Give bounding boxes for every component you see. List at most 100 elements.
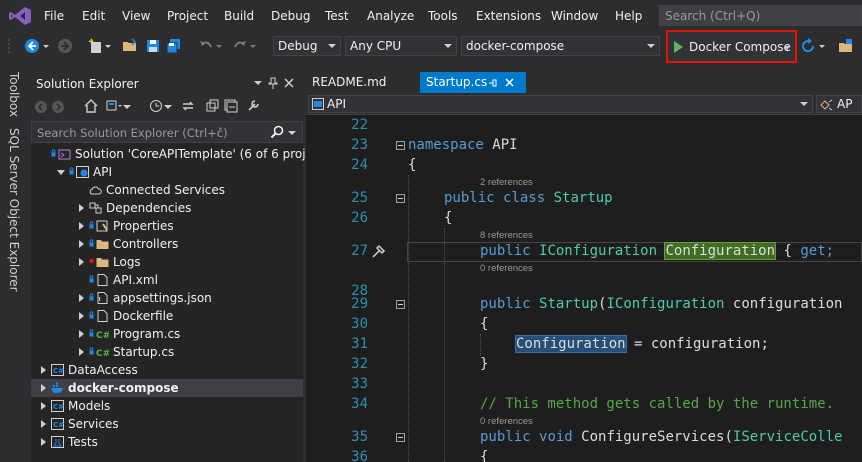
menu-edit[interactable]: Edit bbox=[82, 9, 105, 23]
close-icon[interactable] bbox=[284, 78, 294, 88]
redo-icon[interactable] bbox=[232, 38, 248, 54]
tree-item[interactable]: Logs bbox=[31, 253, 303, 271]
tree-item[interactable]: Dockerfile bbox=[31, 307, 303, 325]
save-icon[interactable] bbox=[145, 38, 161, 54]
menu-analyze[interactable]: Analyze bbox=[367, 9, 414, 23]
navigate-back-icon[interactable] bbox=[24, 38, 40, 54]
forward-icon[interactable] bbox=[51, 100, 65, 114]
codelens-references[interactable]: 0 references bbox=[480, 263, 533, 274]
redo-dropdown-icon[interactable] bbox=[249, 38, 257, 54]
tree-item[interactable]: Solution 'CoreAPITemplate' (6 of 6 proje… bbox=[31, 145, 335, 163]
search-input[interactable]: Search (Ctrl+Q) bbox=[659, 5, 862, 26]
tree-item[interactable]: Connected Services bbox=[31, 181, 303, 199]
expand-arrow-icon[interactable] bbox=[41, 402, 46, 410]
close-tab-icon[interactable] bbox=[505, 78, 514, 87]
expand-arrow-icon[interactable] bbox=[79, 312, 84, 320]
code-line[interactable]: public class Startup bbox=[444, 190, 613, 206]
expand-arrow-icon[interactable] bbox=[79, 204, 84, 212]
new-project-icon[interactable] bbox=[88, 38, 104, 54]
code-line[interactable]: { bbox=[480, 316, 488, 332]
collapse-region-icon[interactable] bbox=[396, 433, 405, 442]
search-options-dropdown-icon[interactable] bbox=[288, 129, 296, 137]
menu-debug[interactable]: Debug bbox=[271, 9, 310, 23]
open-file-icon[interactable] bbox=[122, 38, 138, 54]
refresh-icon[interactable] bbox=[205, 99, 219, 113]
solution-platform-dropdown[interactable]: Any CPU bbox=[345, 36, 457, 56]
code-line[interactable]: public IConfiguration Configuration { ge… bbox=[480, 242, 834, 260]
code-line[interactable]: public Startup(IConfiguration configurat… bbox=[480, 296, 843, 312]
expand-arrow-icon[interactable] bbox=[41, 438, 46, 446]
tree-item[interactable]: Properties bbox=[31, 217, 303, 235]
code-line[interactable]: } bbox=[480, 356, 488, 372]
browse-folder-icon[interactable] bbox=[838, 38, 854, 54]
search-icon[interactable] bbox=[270, 125, 284, 139]
tree-item[interactable]: docker-compose bbox=[31, 379, 303, 397]
codelens-references[interactable]: 0 references bbox=[480, 416, 533, 427]
pin-tab-icon[interactable] bbox=[488, 78, 498, 88]
project-scope-dropdown[interactable]: API bbox=[308, 95, 813, 113]
tab-startup[interactable]: Startup.cs bbox=[420, 72, 526, 93]
menu-build[interactable]: Build bbox=[224, 9, 254, 23]
codelens-references[interactable]: 2 references bbox=[480, 177, 533, 188]
home-icon[interactable] bbox=[84, 99, 98, 113]
menu-help[interactable]: Help bbox=[615, 9, 642, 23]
window-menu-dropdown-icon[interactable] bbox=[254, 79, 262, 87]
collapse-arrow-icon[interactable] bbox=[57, 170, 65, 175]
expand-arrow-icon[interactable] bbox=[79, 348, 84, 356]
startup-project-dropdown[interactable]: docker-compose bbox=[461, 36, 660, 56]
quick-actions-screwdriver-icon[interactable] bbox=[370, 244, 386, 260]
refresh-icon[interactable] bbox=[800, 38, 816, 54]
tree-item[interactable]: appsettings.json bbox=[31, 289, 303, 307]
expand-arrow-icon[interactable] bbox=[79, 258, 84, 266]
tab-readme[interactable]: README.md bbox=[306, 72, 416, 93]
expand-arrow-icon[interactable] bbox=[79, 294, 84, 302]
undo-icon[interactable] bbox=[198, 38, 214, 54]
tree-item[interactable]: C# Startup.cs bbox=[31, 343, 303, 361]
expand-arrow-icon[interactable] bbox=[41, 420, 46, 428]
start-debugging-button[interactable]: Docker Compose bbox=[666, 30, 797, 63]
chevron-down-icon[interactable] bbox=[784, 46, 790, 50]
toolbox-tab[interactable]: Toolbox bbox=[7, 72, 21, 117]
back-dropdown-icon[interactable] bbox=[42, 38, 50, 54]
collapse-region-icon[interactable] bbox=[396, 141, 405, 150]
new-project-dropdown-icon[interactable] bbox=[104, 38, 112, 54]
sql-server-object-explorer-tab[interactable]: SQL Server Object Explorer bbox=[7, 128, 21, 292]
expand-arrow-icon[interactable] bbox=[41, 384, 46, 392]
menu-tools[interactable]: Tools bbox=[428, 9, 458, 23]
codelens-references[interactable]: 8 references bbox=[480, 230, 533, 241]
code-line[interactable]: // This method gets called by the runtim… bbox=[480, 396, 834, 412]
expand-arrow-icon[interactable] bbox=[41, 366, 46, 374]
type-scope-dropdown[interactable]: AP bbox=[816, 95, 862, 113]
menu-extensions[interactable]: Extensions bbox=[476, 9, 541, 23]
pin-icon[interactable] bbox=[268, 77, 278, 89]
tree-item[interactable]: C# Program.cs bbox=[31, 325, 303, 343]
visual-studio-logo-icon[interactable] bbox=[8, 6, 32, 26]
switch-views-icon[interactable] bbox=[106, 99, 122, 113]
code-line[interactable]: { bbox=[444, 210, 452, 226]
menu-project[interactable]: Project bbox=[167, 9, 208, 23]
expand-arrow-icon[interactable] bbox=[79, 222, 84, 230]
code-area[interactable]: 22 23 namespace API 24 {2 references 25 public… bbox=[306, 115, 862, 462]
code-line[interactable]: namespace API bbox=[408, 137, 518, 153]
menu-file[interactable]: File bbox=[44, 9, 64, 23]
collapse-all-icon[interactable] bbox=[224, 99, 238, 113]
code-line[interactable]: { bbox=[408, 157, 416, 173]
tree-item[interactable]: C# Services bbox=[31, 415, 303, 433]
navigate-forward-icon[interactable] bbox=[57, 38, 73, 54]
tree-item[interactable]: Tests bbox=[31, 433, 303, 451]
back-icon[interactable] bbox=[34, 100, 48, 114]
pending-changes-filter-icon[interactable] bbox=[149, 99, 163, 113]
tree-item[interactable]: C# DataAccess bbox=[31, 361, 303, 379]
solution-explorer-search-input[interactable]: Search Solution Explorer (Ctrl+č) bbox=[31, 121, 303, 143]
expand-arrow-icon[interactable] bbox=[79, 330, 84, 338]
menu-view[interactable]: View bbox=[122, 9, 150, 23]
code-line[interactable]: { bbox=[480, 449, 488, 462]
tree-item[interactable]: C# Models bbox=[31, 397, 303, 415]
tree-item[interactable]: API bbox=[31, 163, 303, 181]
collapse-region-icon[interactable] bbox=[396, 300, 405, 309]
code-line[interactable]: public void ConfigureServices(IServiceCo… bbox=[480, 429, 842, 445]
pending-filter-dropdown-icon[interactable] bbox=[164, 103, 172, 111]
tree-item[interactable]: API.xml bbox=[31, 271, 303, 289]
refresh-dropdown-icon[interactable] bbox=[818, 38, 826, 54]
tree-item[interactable]: Controllers bbox=[31, 235, 303, 253]
